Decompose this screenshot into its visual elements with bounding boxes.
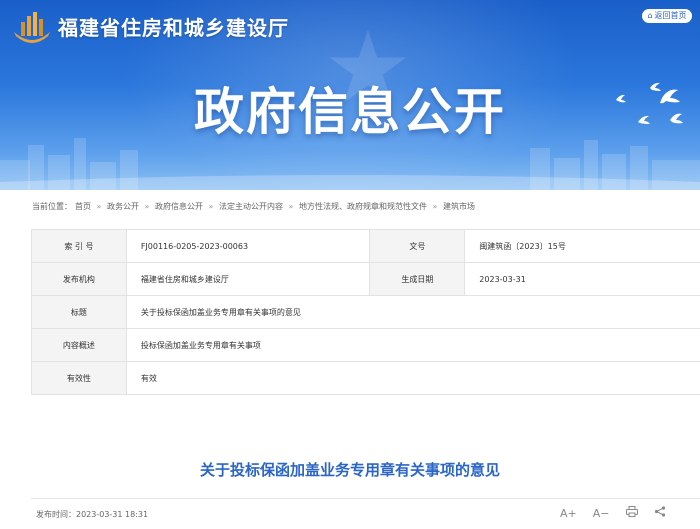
publisher-value: 福建省住房和城乡建设厅 xyxy=(125,262,371,296)
print-icon[interactable] xyxy=(625,506,638,520)
breadcrumb-item-home[interactable]: 首页 xyxy=(75,202,91,211)
breadcrumb-prefix: 当前位置： xyxy=(32,202,72,211)
table-row: 内容概述 投标保函加盖业务专用章有关事项 xyxy=(31,328,700,362)
breadcrumb-separator: » xyxy=(208,202,214,211)
header-banner: ★ 福建省住房和城乡建设厅 ⌂ 返回首页 政府信息公开 xyxy=(0,0,700,190)
document-info-table: 索 引 号 FJ00116-0205-2023-00063 文号 闽建筑函〔20… xyxy=(31,229,700,395)
article-title: 关于投标保函加盖业务专用章有关事项的意见 xyxy=(199,461,500,479)
breadcrumb-separator: » xyxy=(432,202,438,211)
article-divider xyxy=(31,498,700,499)
breadcrumb-separator: » xyxy=(288,202,294,211)
breadcrumb-separator: » xyxy=(96,202,102,211)
table-row: 发布机构 福建省住房和城乡建设厅 生成日期 2023-03-31 xyxy=(31,262,700,296)
breadcrumb: 当前位置： 首页 » 政务公开 » 政府信息公开 » 法定主动公开内容 » 地方性… xyxy=(32,201,478,212)
department-logo xyxy=(14,12,50,43)
article-tools: A+ A− xyxy=(560,506,682,520)
share-icon[interactable] xyxy=(654,506,666,520)
creation-date-label: 生成日期 xyxy=(369,262,466,296)
validity-value: 有效 xyxy=(125,361,700,395)
publisher-label: 发布机构 xyxy=(31,262,127,296)
share-icon-glyph xyxy=(654,506,665,517)
document-number-value: 闽建筑函〔2023〕15号 xyxy=(464,229,700,263)
site-title[interactable]: 福建省住房和城乡建设厅 xyxy=(58,12,289,41)
table-row: 索 引 号 FJ00116-0205-2023-00063 文号 闽建筑函〔20… xyxy=(31,229,700,263)
table-row: 标题 关于投标保函加盖业务专用章有关事项的意见 xyxy=(31,295,700,329)
validity-label: 有效性 xyxy=(31,361,127,395)
publish-time: 发布时间：2023-03-31 18:31 xyxy=(36,510,149,519)
back-home-label: 返回首页 xyxy=(654,11,687,20)
breadcrumb-item-statutory[interactable]: 法定主动公开内容 xyxy=(219,202,283,211)
breadcrumb-separator: » xyxy=(144,202,150,211)
font-increase-icon[interactable]: A+ xyxy=(560,507,577,520)
home-icon: ⌂ xyxy=(647,11,653,20)
font-decrease-icon[interactable]: A− xyxy=(593,507,610,520)
table-row: 有效性 有效 xyxy=(31,361,700,395)
breadcrumb-item-regulations[interactable]: 地方性法规、政府规章和规范性文件 xyxy=(299,202,427,211)
print-icon-glyph xyxy=(625,506,638,517)
document-number-label: 文号 xyxy=(369,229,466,263)
index-number-label: 索 引 号 xyxy=(31,229,127,263)
title-value: 关于投标保函加盖业务专用章有关事项的意见 xyxy=(125,295,700,329)
breadcrumb-item-construction-market[interactable]: 建筑市场 xyxy=(443,202,475,211)
back-home-button[interactable]: ⌂ 返回首页 xyxy=(642,9,692,23)
title-label: 标题 xyxy=(31,295,127,329)
index-number-value: FJ00116-0205-2023-00063 xyxy=(125,229,371,263)
doves-decoration xyxy=(616,82,683,124)
breadcrumb-item-affairs[interactable]: 政务公开 xyxy=(107,202,139,211)
summary-value: 投标保函加盖业务专用章有关事项 xyxy=(125,328,700,362)
breadcrumb-item-gov-info[interactable]: 政府信息公开 xyxy=(155,202,203,211)
creation-date-value: 2023-03-31 xyxy=(464,262,700,296)
summary-label: 内容概述 xyxy=(31,328,127,362)
page-hero-title: 政府信息公开 xyxy=(194,83,506,141)
